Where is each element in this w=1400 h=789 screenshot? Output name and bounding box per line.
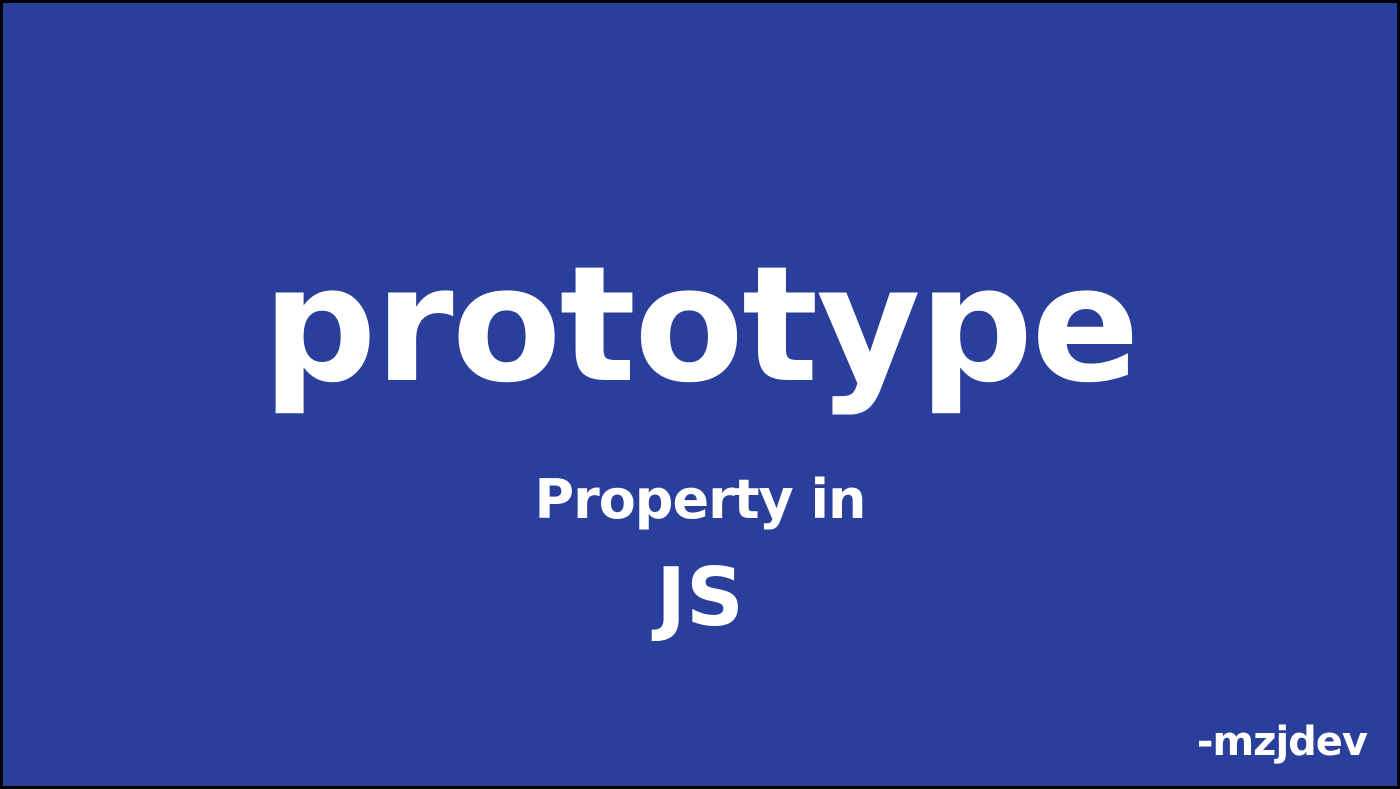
title-slide: prototype Property in JS -mzjdev: [3, 3, 1397, 786]
slide-title: prototype: [262, 231, 1140, 418]
slide-frame: prototype Property in JS -mzjdev: [0, 0, 1400, 789]
author-signature: -mzjdev: [1196, 719, 1368, 765]
language-label: JS: [656, 551, 744, 644]
slide-subtitle: Property in: [534, 468, 867, 531]
